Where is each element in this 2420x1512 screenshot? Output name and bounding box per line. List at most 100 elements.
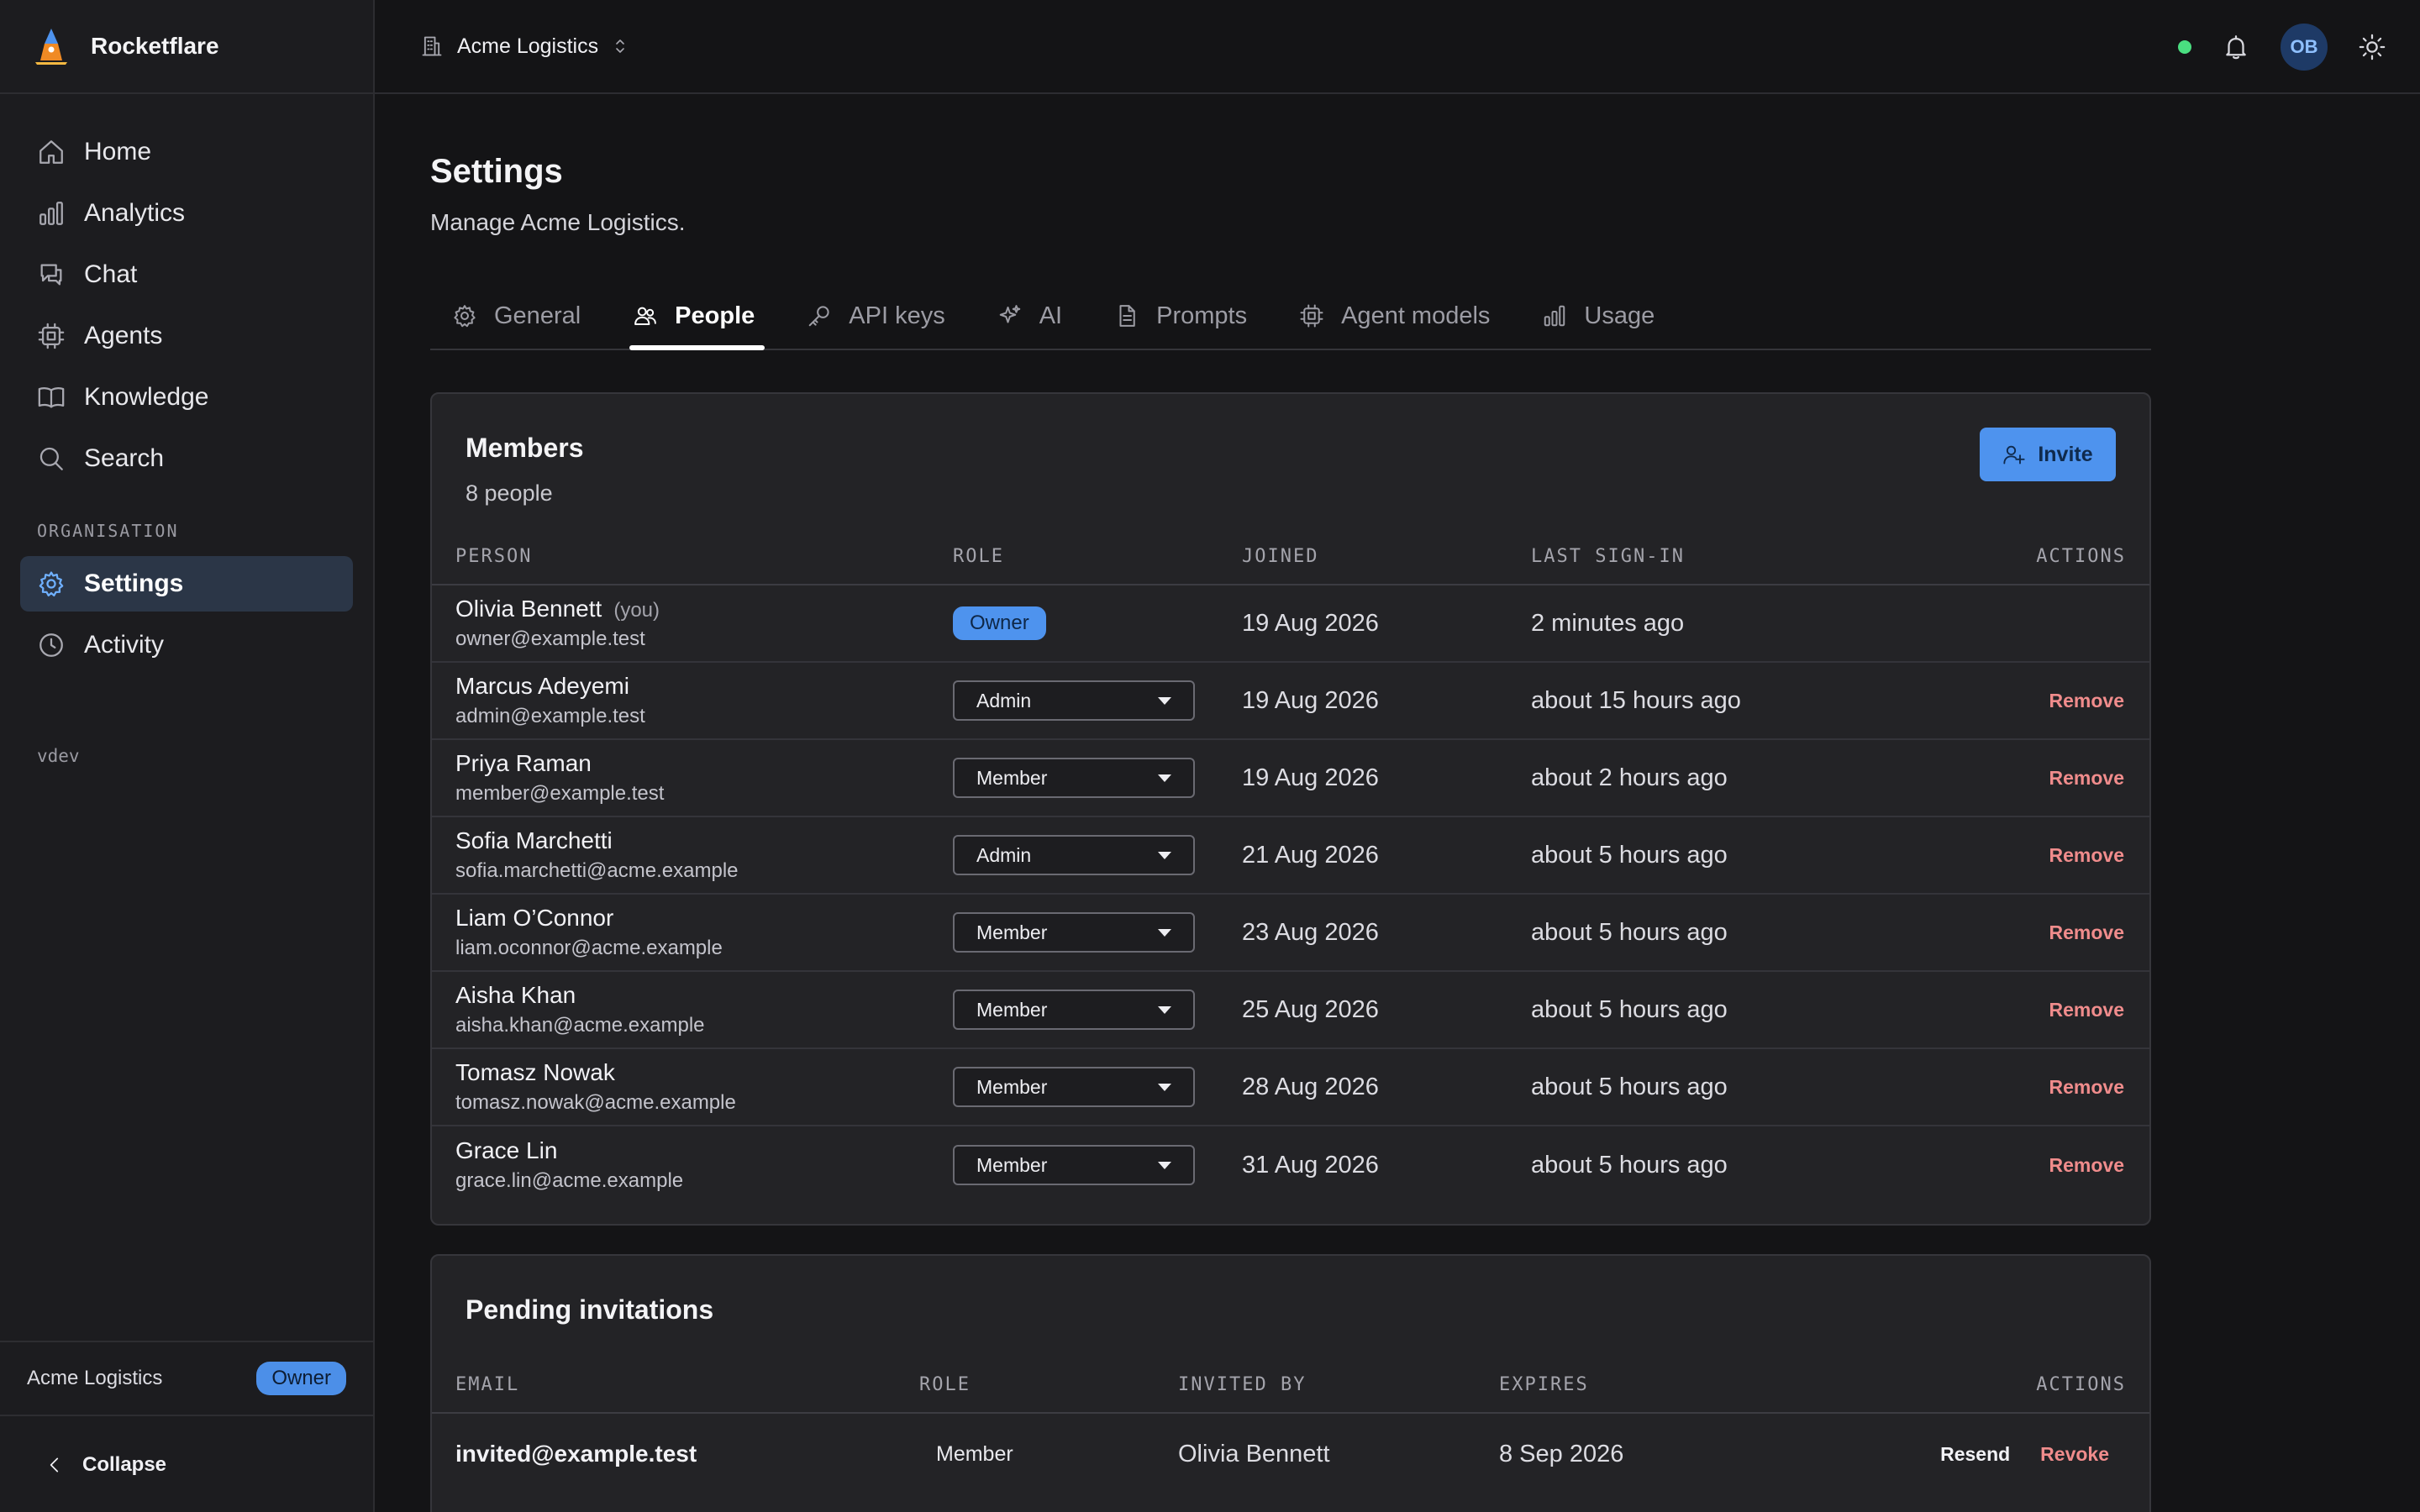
invite-expires: 8 Sep 2026 [1499,1440,1624,1467]
column-header: ACTIONS [2036,545,2126,567]
tab-prompts[interactable]: Prompts [1094,285,1257,347]
joined-date: 19 Aug 2026 [1242,686,1379,714]
actions-cell: Remove [1976,767,2149,790]
tab-label: Agent models [1341,302,1491,329]
sidebar-item-search[interactable]: Search [20,431,353,486]
table-row: Sofia Marchetti sofia.marchetti@acme.exa… [432,817,2149,895]
sidebar-item-chat[interactable]: Chat [20,247,353,302]
sidebar-item-analytics[interactable]: Analytics [20,186,353,241]
person-cell: Grace Lin grace.lin@acme.example [432,1137,953,1193]
role-select[interactable]: Member [953,990,1195,1030]
last-sign-in: about 5 hours ago [1531,841,1728,869]
main-content: Settings Manage Acme Logistics. General … [430,94,2151,1512]
role-cell: Member [953,912,1242,953]
remove-button[interactable]: Remove [2049,999,2124,1021]
role-select[interactable]: Admin [953,680,1195,721]
table-row: Marcus Adeyemi admin@example.test Admin … [432,663,2149,740]
role-badge: Owner [256,1362,346,1395]
person-name: Grace Lin [455,1137,558,1163]
org-switcher-label: Acme Logistics [457,34,599,58]
status-dot [2178,40,2191,54]
role-select[interactable]: Member [953,1067,1195,1107]
role-select[interactable]: Member [953,1145,1195,1185]
table-row: Olivia Bennett (you) owner@example.test O… [432,585,2149,663]
role-select-value: Admin [976,689,1032,711]
key-icon [809,306,829,327]
tab-label: AI [1039,302,1063,329]
tab-agent-models[interactable]: Agent models [1279,285,1500,347]
sidebar-item-home[interactable]: Home [20,124,353,180]
org-footer[interactable]: Acme Logistics Owner [0,1341,373,1416]
person-name: Priya Raman [455,750,592,776]
sidebar-item-agents[interactable]: Agents [20,308,353,364]
building-icon [422,36,442,56]
remove-button[interactable]: Remove [2049,844,2124,866]
tab-usage[interactable]: Usage [1522,285,1665,347]
person-email: liam.oconnor@acme.example [455,937,723,959]
caret-down-icon [1158,1161,1171,1169]
role-cell: Admin [953,680,1242,721]
app-name: Rocketflare [91,33,219,59]
column-header: ROLE [953,545,1004,567]
person-email: tomasz.nowak@acme.example [455,1091,736,1114]
environment-label: vdev [37,746,80,766]
sidebar-item-label: Knowledge [84,383,209,411]
bell-icon[interactable] [2222,33,2250,61]
role-cell: Admin [953,835,1242,875]
collapse-label: Collapse [82,1453,167,1476]
gear-icon [39,571,64,597]
invitations-table-header: EMAIL ROLE INVITED BY EXPIRES ACTIONS [432,1357,2149,1414]
clock-icon [39,633,63,657]
role-select[interactable]: Member [953,758,1195,798]
sparkle-icon [999,305,1020,323]
remove-button[interactable]: Remove [2049,1076,2124,1098]
invite-role: Member [936,1441,1013,1466]
table-row: Grace Lin grace.lin@acme.example Member … [432,1126,2149,1204]
last-sign-in: about 15 hours ago [1531,686,1741,714]
user-plus-icon [2003,445,2025,465]
actions-cell: Remove [1976,1154,2149,1177]
sidebar-item-activity[interactable]: Activity [20,617,353,673]
remove-button[interactable]: Remove [2049,921,2124,943]
actions-cell: Remove [1976,844,2149,867]
owner-role-badge: Owner [953,606,1046,640]
brand[interactable]: Rocketflare [0,0,373,94]
sidebar-item-label: Search [84,444,165,472]
person-email: owner@example.test [455,627,645,650]
avatar[interactable]: OB [2281,24,2328,71]
sun-icon[interactable] [2358,33,2386,61]
remove-button[interactable]: Remove [2049,767,2124,789]
revoke-button[interactable]: Revoke [2040,1443,2109,1466]
chat-icon [40,264,62,286]
remove-button[interactable]: Remove [2049,690,2124,711]
person-name: Aisha Khan [455,982,576,1008]
tab-general[interactable]: General [430,285,591,347]
last-sign-in: about 5 hours ago [1531,1151,1728,1179]
person-name: Liam O’Connor [455,905,614,931]
person-email: member@example.test [455,782,665,805]
role-select[interactable]: Member [953,912,1195,953]
tab-api-keys[interactable]: API keys [786,285,955,347]
caret-down-icon [1158,696,1171,705]
role-select-value: Member [976,1153,1048,1176]
sidebar-item-knowledge[interactable]: Knowledge [20,370,353,425]
invitations-title: Pending invitations [466,1294,714,1325]
remove-button[interactable]: Remove [2049,1154,2124,1176]
table-row: Aisha Khan aisha.khan@acme.example Membe… [432,972,2149,1049]
invite-button[interactable]: Invite [1980,428,2116,481]
resend-button[interactable]: Resend [1940,1443,2010,1466]
cpu-icon [1300,304,1323,328]
you-label: (you) [613,599,660,622]
collapse-button[interactable]: Collapse [0,1428,373,1502]
role-select[interactable]: Admin [953,835,1195,875]
joined-date: 23 Aug 2026 [1242,918,1379,946]
org-switcher[interactable]: Acme Logistics [420,34,630,59]
tab-ai[interactable]: AI [977,285,1072,347]
caret-down-icon [1158,928,1171,937]
sidebar-item-settings[interactable]: Settings [20,556,353,612]
rocket-logo-icon [35,29,67,65]
role-cell: Member [953,990,1242,1030]
tab-people[interactable]: People [613,285,765,350]
last-sign-in: about 5 hours ago [1531,918,1728,946]
sidebar-item-label: Activity [84,631,165,659]
